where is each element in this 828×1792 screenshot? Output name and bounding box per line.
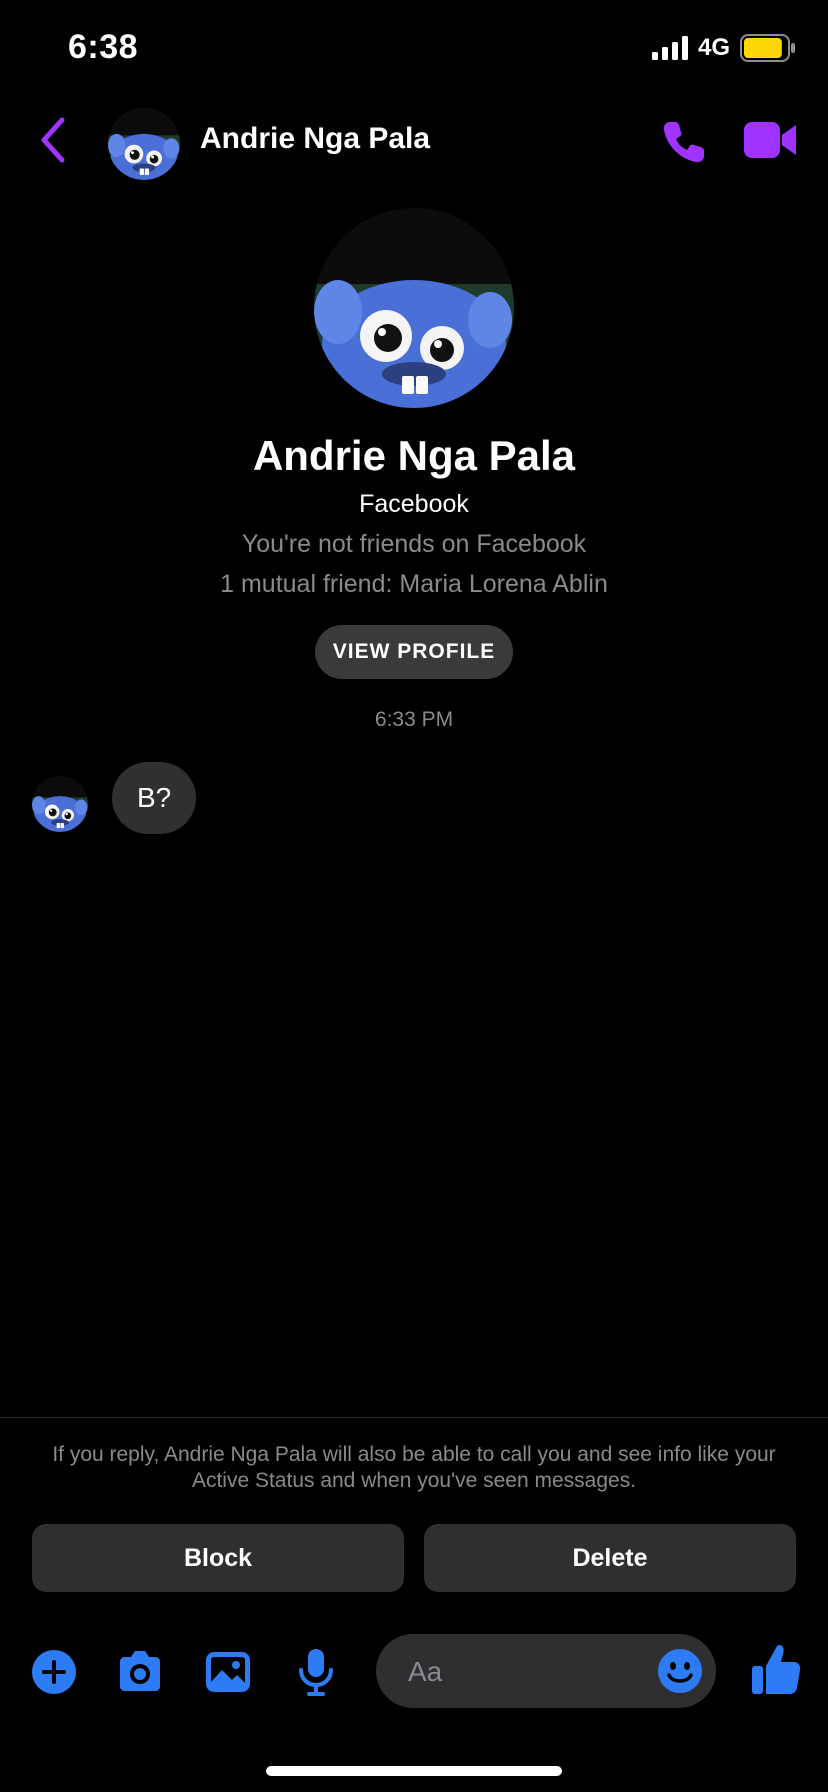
gallery-icon[interactable] — [202, 1646, 254, 1698]
camera-icon[interactable] — [114, 1646, 166, 1698]
message-sender-avatar[interactable] — [32, 776, 88, 832]
back-chevron-icon[interactable] — [36, 114, 72, 166]
plus-icon[interactable] — [28, 1646, 80, 1698]
profile-avatar[interactable] — [314, 208, 514, 408]
delete-button[interactable]: Delete — [424, 1524, 796, 1592]
microphone-icon[interactable] — [290, 1646, 342, 1698]
message-input[interactable] — [406, 1634, 630, 1710]
reply-notice: If you reply, Andrie Nga Pala will also … — [52, 1443, 776, 1492]
header-contact-name[interactable]: Andrie Nga Pala — [200, 122, 430, 156]
status-time: 6:38 — [68, 28, 139, 66]
thumbs-up-icon[interactable] — [750, 1640, 802, 1698]
network-type: 4G — [698, 34, 731, 61]
emoji-icon[interactable] — [656, 1647, 704, 1695]
view-profile-button[interactable]: VIEW PROFILE — [315, 625, 513, 679]
battery-icon — [740, 34, 795, 62]
video-call-icon[interactable] — [742, 118, 798, 162]
header-avatar[interactable] — [108, 108, 180, 180]
phone-call-icon[interactable] — [660, 118, 708, 166]
mutual-friends: 1 mutual friend: Maria Lorena Ablin — [220, 570, 608, 598]
home-indicator[interactable] — [266, 1766, 562, 1776]
message-input-field[interactable] — [376, 1634, 716, 1710]
profile-source: Facebook — [359, 490, 469, 518]
message-timestamp: 6:33 PM — [374, 708, 454, 731]
divider — [0, 1417, 828, 1418]
cellular-signal-icon — [652, 36, 688, 60]
profile-name: Andrie Nga Pala — [252, 432, 576, 479]
message-bubble[interactable]: B? — [112, 762, 197, 834]
friend-status: You're not friends on Facebook — [241, 530, 587, 558]
block-button[interactable]: Block — [32, 1524, 404, 1592]
